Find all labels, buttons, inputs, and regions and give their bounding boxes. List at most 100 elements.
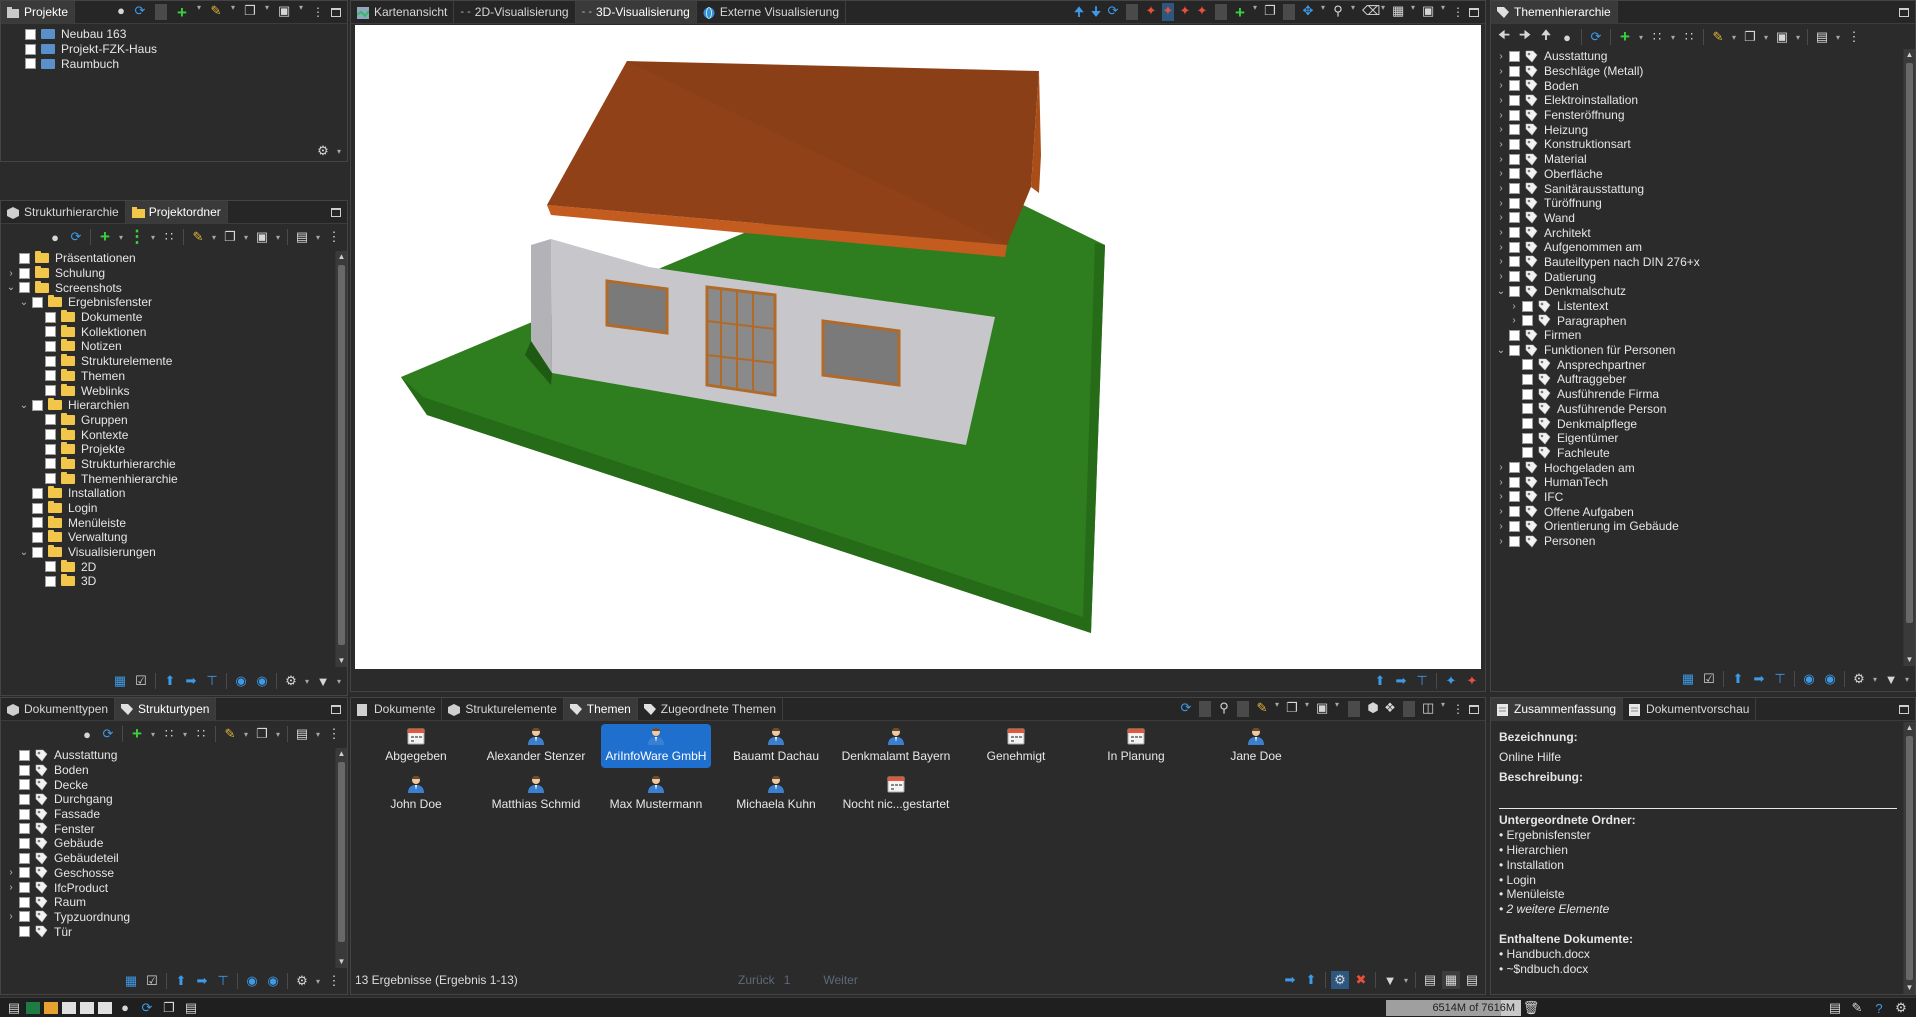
more-menu-icon[interactable]: ⋮ [1452, 5, 1464, 19]
pencil-icon[interactable]: ✎ [1709, 28, 1727, 46]
types-scrollbar[interactable]: ▲ ▼ [335, 748, 347, 968]
back-link[interactable]: Zurück [738, 973, 775, 987]
checkbox[interactable] [1509, 506, 1520, 518]
maximize-icon[interactable] [1899, 704, 1909, 714]
refresh-icon[interactable]: ⟳ [67, 228, 85, 246]
chart-icon[interactable]: ▤ [1826, 999, 1844, 1017]
checkbox[interactable] [32, 399, 43, 411]
project-row[interactable]: Projekt-FZK-Haus [1, 42, 333, 57]
chevron-down-icon[interactable]: ▾ [117, 228, 125, 246]
checkbox[interactable] [45, 326, 56, 338]
unlink-icon[interactable]: ✖ [1352, 971, 1370, 989]
checkbox[interactable] [45, 414, 56, 426]
tab-externe-visualisierung[interactable]: Externe Visualisierung [697, 1, 847, 23]
checkbox[interactable] [45, 355, 56, 367]
chevron-down-icon[interactable]: ▾ [274, 228, 282, 246]
chevron-right-icon[interactable]: › [1495, 66, 1507, 77]
chevron-right-icon[interactable]: › [1495, 256, 1507, 267]
display-icon[interactable]: ▣ [1422, 3, 1434, 21]
checkbox[interactable] [1509, 65, 1520, 77]
more-menu-icon[interactable]: ⋮ [325, 725, 343, 743]
scroll-up-icon[interactable]: ▲ [1904, 722, 1915, 734]
chevron-down-icon[interactable]: ▾ [1903, 670, 1911, 688]
memory-indicator[interactable]: 6514M of 7616M [1386, 1000, 1521, 1016]
checkbox[interactable] [45, 370, 56, 382]
topic-row[interactable]: › Architekt [1491, 225, 1901, 240]
result-item[interactable]: Denkmalamt Bayern [841, 724, 951, 768]
folder-row[interactable]: Strukturelemente [1, 354, 333, 369]
arrow-right-icon[interactable]: ➡ [1750, 670, 1768, 688]
layout-icon[interactable]: ▤ [293, 725, 311, 743]
grid-view-icon[interactable]: ▦ [1442, 971, 1460, 989]
scroll-down-icon[interactable]: ▼ [336, 956, 347, 968]
refresh-icon[interactable]: ⟳ [99, 725, 117, 743]
checkbox[interactable] [1509, 476, 1520, 488]
chevron-right-icon[interactable]: › [1495, 110, 1507, 121]
eraser-icon[interactable]: ⌫ [1362, 3, 1380, 21]
checkbox[interactable] [19, 267, 30, 279]
topic-row[interactable]: › Ausstattung [1491, 49, 1901, 64]
scroll-up-icon[interactable]: ▲ [336, 748, 347, 760]
chevron-down-icon[interactable]: ▾ [181, 725, 189, 743]
cube-icon[interactable]: ⬢ [1367, 700, 1379, 718]
scroll-thumb[interactable] [338, 762, 345, 942]
chevron-down-icon[interactable]: ▾ [242, 228, 250, 246]
chevron-down-icon[interactable]: ▾ [297, 3, 305, 21]
chevron-right-icon[interactable]: › [1495, 477, 1507, 488]
layout-icon[interactable]: ▤ [293, 228, 311, 246]
add-child-icon[interactable]: ⋮ [128, 227, 146, 246]
type-row[interactable]: Ausstattung [1, 748, 333, 763]
checkbox[interactable] [19, 823, 30, 835]
folder-row[interactable]: Gruppen [1, 412, 333, 428]
subfolder-item[interactable]: • Installation [1499, 858, 1899, 873]
more-menu-icon[interactable]: ⋮ [325, 228, 343, 246]
summary-scrollbar[interactable]: ▲ ▼ [1903, 722, 1915, 994]
k-icon[interactable] [62, 1001, 76, 1014]
scroll-thumb[interactable] [338, 265, 345, 645]
user-icon[interactable]: ● [78, 725, 96, 743]
search-icon[interactable]: ⚲ [1218, 700, 1230, 718]
checkbox[interactable] [32, 502, 43, 514]
chevron-down-icon[interactable]: ▾ [1439, 3, 1447, 21]
add-icon[interactable]: + [1616, 27, 1634, 46]
grid-icon[interactable]: ▦ [1392, 3, 1404, 21]
checkbox[interactable] [19, 837, 30, 849]
pin-tool-icon[interactable]: ✦ [1442, 672, 1460, 690]
arrow-right-icon[interactable]: ➡ [182, 672, 200, 690]
user-icon[interactable]: ● [46, 228, 64, 246]
maximize-icon[interactable] [1469, 7, 1479, 17]
more-menu-icon[interactable]: ⋮ [1452, 702, 1464, 716]
folder-row[interactable]: 2D [1, 559, 333, 574]
refresh-icon[interactable]: ⟳ [1180, 700, 1192, 718]
chevron-right-icon[interactable]: › [1495, 51, 1507, 62]
chevron-right-icon[interactable]: › [1495, 506, 1507, 517]
tab-kartenansicht[interactable]: Kartenansicht [351, 1, 455, 23]
folder-row[interactable]: 3D [1, 574, 333, 589]
chevron-down-icon[interactable]: ▾ [1794, 28, 1802, 46]
layers-icon[interactable]: ◉ [264, 972, 282, 990]
project-row[interactable]: Neubau 163 [1, 27, 333, 42]
checkbox[interactable] [1509, 197, 1520, 209]
checkbox[interactable] [19, 896, 30, 908]
tab-themenhierarchie[interactable]: Themenhierarchie [1491, 1, 1618, 23]
help-icon[interactable]: ? [1870, 999, 1888, 1017]
subfolder-item[interactable]: • Menüleiste [1499, 887, 1899, 902]
chevron-right-icon[interactable]: › [1495, 271, 1507, 282]
view-icon[interactable]: ▣ [1773, 28, 1791, 46]
result-item[interactable]: Jane Doe [1201, 724, 1311, 768]
detail-view-icon[interactable]: ▤ [1463, 971, 1481, 989]
link-nodes-icon[interactable]: ⚙ [1331, 971, 1349, 989]
copy-icon[interactable]: ❐ [221, 228, 239, 246]
checkbox[interactable] [1509, 168, 1520, 180]
checkbox[interactable] [25, 28, 36, 40]
more-menu-icon[interactable]: ⋮ [325, 972, 343, 990]
topic-row[interactable]: › Bauteiltypen nach DIN 276+x [1491, 255, 1901, 270]
checkbox[interactable] [1509, 227, 1520, 239]
subfolder-item[interactable]: • Hierarchien [1499, 843, 1899, 858]
document-item[interactable]: • Handbuch.docx [1499, 947, 1899, 962]
view-icon[interactable]: ▣ [253, 228, 271, 246]
result-item[interactable]: Max Mustermann [601, 772, 711, 816]
window-icon[interactable]: ▤ [6, 999, 22, 1017]
checkbox[interactable] [45, 473, 56, 485]
checkbox[interactable] [19, 911, 30, 923]
